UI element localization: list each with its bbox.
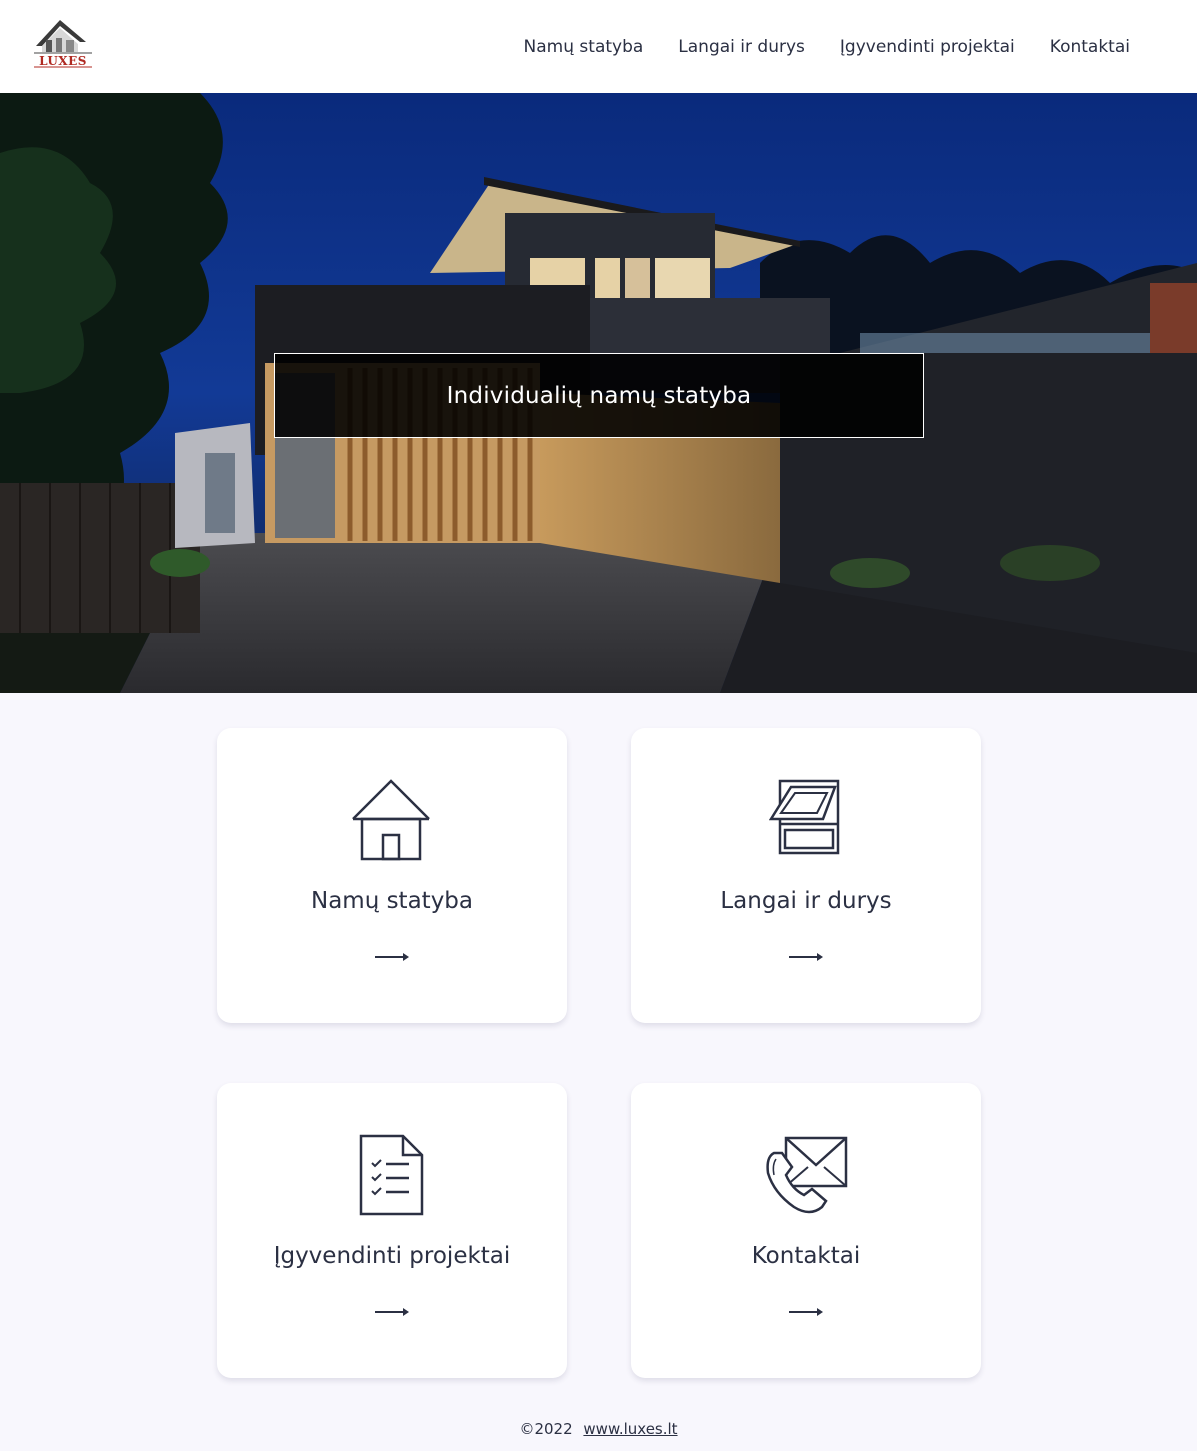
card-label: Langai ir durys: [720, 888, 892, 914]
site-header: LUXES Namų statyba Langai ir durys Įgyve…: [0, 0, 1197, 93]
checklist-document-icon: [217, 1134, 567, 1216]
copyright-text: ©2022: [519, 1420, 573, 1438]
arrow-right-icon[interactable]: [375, 952, 409, 962]
site-footer: ©2022 www.luxes.lt: [0, 1420, 1197, 1438]
nav-item-kontaktai[interactable]: Kontaktai: [1050, 36, 1130, 58]
card-label: Namų statyba: [310, 888, 473, 914]
nav-item-igyvendinti-projektai[interactable]: Įgyvendinti projektai: [840, 36, 1015, 58]
arrow-right-icon[interactable]: [789, 952, 823, 962]
hero-title-box: Individualių namų statyba: [274, 353, 924, 438]
hero-banner: Individualių namų statyba: [0, 93, 1197, 693]
house-icon: [217, 779, 567, 861]
card-igyvendinti-projektai[interactable]: Įgyvendinti projektai: [217, 1083, 567, 1378]
phone-envelope-icon: [631, 1135, 981, 1215]
window-icon: [631, 779, 981, 857]
card-kontaktai[interactable]: Kontaktai: [631, 1083, 981, 1378]
main-nav: Namų statyba Langai ir durys Įgyvendinti…: [524, 36, 1130, 58]
card-label: Įgyvendinti projektai: [273, 1243, 511, 1269]
nav-item-langai-ir-durys[interactable]: Langai ir durys: [678, 36, 805, 58]
card-langai-ir-durys[interactable]: Langai ir durys: [631, 728, 981, 1023]
hero-title: Individualių namų statyba: [446, 382, 752, 409]
nav-item-namu-statyba[interactable]: Namų statyba: [524, 36, 644, 58]
arrow-right-icon[interactable]: [375, 1307, 409, 1317]
card-label: Kontaktai: [751, 1243, 861, 1269]
logo-text: LUXES: [39, 54, 87, 68]
arrow-right-icon[interactable]: [789, 1307, 823, 1317]
footer-website-link[interactable]: www.luxes.lt: [583, 1420, 677, 1438]
logo[interactable]: LUXES: [30, 16, 96, 72]
card-namu-statyba[interactable]: Namų statyba: [217, 728, 567, 1023]
